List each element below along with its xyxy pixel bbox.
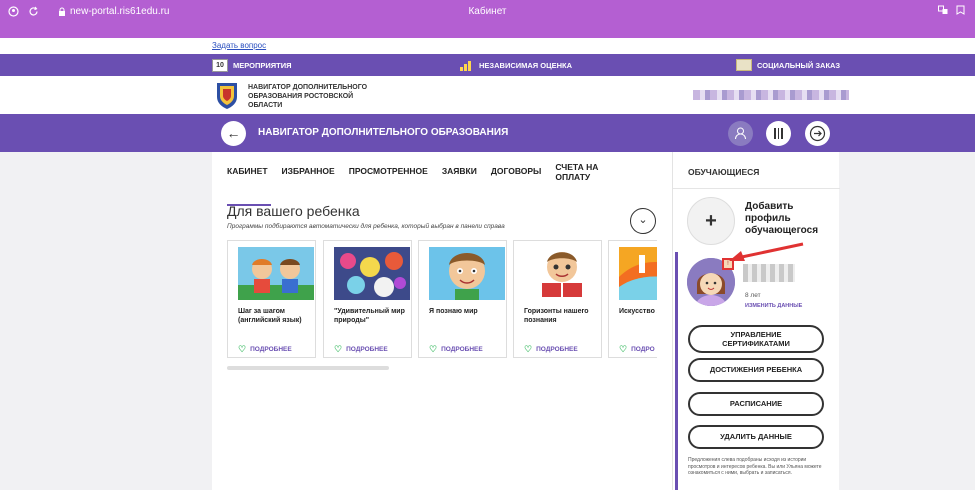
- section-title: Для вашего ребенка: [227, 203, 360, 219]
- bookmark-icon[interactable]: [956, 5, 965, 17]
- schedule-button[interactable]: РАСПИСАНИЕ: [688, 392, 824, 416]
- page-banner: ← НАВИГАТОР ДОПОЛНИТЕЛЬНОГО ОБРАЗОВАНИЯ: [0, 114, 975, 152]
- logout-icon[interactable]: [805, 121, 830, 146]
- redacted-contact: [693, 90, 849, 100]
- heart-icon[interactable]: ♡: [238, 344, 246, 355]
- nav-assessment[interactable]: НЕЗАВИСИМАЯ ОЦЕНКА: [460, 59, 572, 71]
- nav-social-label: СОЦИАЛЬНЫЙ ЗАКАЗ: [757, 60, 841, 70]
- user-icon[interactable]: [728, 121, 753, 146]
- achievements-button[interactable]: ДОСТИЖЕНИЯ РЕБЕНКА: [688, 358, 824, 382]
- heart-icon[interactable]: ♡: [429, 344, 437, 355]
- address-url: new-portal.ris61edu.ru: [70, 5, 170, 17]
- lock-icon: [59, 7, 65, 16]
- site-header: НАВИГАТОР ДОПОЛНИТЕЛЬНОГО ОБРАЗОВАНИЯ РО…: [0, 76, 975, 114]
- program-card[interactable]: "Удивительный мир природы" ♡ ПОДРОБНЕЕ: [323, 240, 412, 358]
- calendar-icon: 10: [212, 59, 228, 72]
- tab-invoices[interactable]: СЧЕТА НА ОПЛАТУ: [555, 162, 615, 192]
- top-navigation: 10 МЕРОПРИЯТИЯ НЕЗАВИСИМАЯ ОЦЕНКА СОЦИАЛ…: [0, 54, 975, 76]
- section-subtitle: Программы подбираются автоматически для …: [227, 223, 505, 230]
- reload-icon[interactable]: [26, 4, 40, 18]
- card-title: Я познаю мир: [429, 308, 478, 315]
- heart-icon[interactable]: ♡: [334, 344, 342, 355]
- tab-contracts[interactable]: ДОГОВОРЫ: [491, 162, 542, 192]
- ask-bar: Задать вопрос: [0, 38, 975, 54]
- heart-icon[interactable]: ♡: [619, 344, 627, 355]
- program-card[interactable]: Шаг за шагом (английский язык) ♡ ПОДРОБНЕ…: [227, 240, 316, 358]
- tab-cabinet[interactable]: КАБИНЕТ: [227, 162, 271, 206]
- certificates-button[interactable]: УПРАВЛЕНИЕ СЕРТИФИКАТАМИ: [688, 325, 824, 353]
- profile-icon[interactable]: [6, 4, 20, 18]
- bar-chart-icon: [460, 59, 474, 71]
- tab-favorites[interactable]: ИЗБРАННОЕ: [282, 162, 335, 192]
- card-image-dance: [619, 247, 657, 300]
- cabinet-main: КАБИНЕТ ИЗБРАННОЕ ПРОСМОТРЕННОЕ ЗАЯВКИ Д…: [212, 152, 672, 490]
- program-card[interactable]: Искусство хореограф ♡ПОДРО: [608, 240, 657, 358]
- heart-icon[interactable]: ♡: [524, 344, 532, 355]
- divider: [673, 188, 840, 189]
- cabinet-tabs: КАБИНЕТ ИЗБРАННОЕ ПРОСМОТРЕННОЕ ЗАЯВКИ Д…: [227, 162, 629, 206]
- nav-events-label: МЕРОПРИЯТИЯ: [233, 61, 292, 70]
- child-age: 8 лет: [745, 292, 761, 299]
- card-title: Искусство хореограф: [619, 308, 657, 315]
- card-title: Горизонты нашего познания: [524, 308, 589, 324]
- card-image-nature: [334, 247, 410, 300]
- nav-social[interactable]: СОЦИАЛЬНЫЙ ЗАКАЗ: [736, 59, 840, 71]
- program-cards: Шаг за шагом (английский язык) ♡ ПОДРОБНЕ…: [227, 240, 657, 360]
- learners-panel: ОБУЧАЮЩИЕСЯ + Добавить профиль обучающег…: [672, 152, 840, 490]
- annotation-arrow-icon: [729, 242, 804, 261]
- ask-question-link[interactable]: Задать вопрос: [212, 41, 266, 50]
- collapse-button[interactable]: ⌄: [630, 208, 656, 234]
- nav-events[interactable]: 10 МЕРОПРИЯТИЯ: [212, 59, 292, 72]
- card-image-english: [238, 247, 314, 300]
- recommendation-note: Предложения слева подобраны исходя из ис…: [688, 457, 822, 476]
- certificate-icon: [736, 59, 752, 71]
- translate-icon[interactable]: [938, 5, 948, 17]
- cards-scrollbar[interactable]: [227, 366, 389, 370]
- card-more-link[interactable]: ♡ ПОДРОБНЕЕ: [429, 344, 483, 355]
- child-name-redacted: [743, 264, 795, 282]
- back-button[interactable]: ←: [221, 121, 246, 146]
- program-card[interactable]: Я познаю мир ♡ ПОДРОБНЕЕ: [418, 240, 507, 358]
- edit-data-link[interactable]: ИЗМЕНИТЬ ДАННЫЕ: [745, 303, 802, 309]
- program-card[interactable]: Горизонты нашего познания ♡ ПОДРОБНЕЕ: [513, 240, 602, 358]
- card-image-horizons: [524, 247, 600, 300]
- delete-data-button[interactable]: УДАЛИТЬ ДАННЫЕ: [688, 425, 824, 449]
- selected-indicator: [675, 252, 678, 490]
- card-image-world: [429, 247, 505, 300]
- add-profile-button[interactable]: +: [687, 197, 735, 245]
- add-profile-label[interactable]: Добавить профиль обучающегося: [745, 201, 837, 237]
- card-more-link[interactable]: ♡ ПОДРОБНЕЕ: [524, 344, 578, 355]
- tab-applications[interactable]: ЗАЯВКИ: [442, 162, 477, 192]
- banner-title: НАВИГАТОР ДОПОЛНИТЕЛЬНОГО ОБРАЗОВАНИЯ: [258, 127, 509, 138]
- card-more-link[interactable]: ♡ ПОДРОБНЕЕ: [238, 344, 292, 355]
- card-more-link[interactable]: ♡ ПОДРОБНЕЕ: [334, 344, 388, 355]
- tab-viewed[interactable]: ПРОСМОТРЕННОЕ: [349, 162, 428, 192]
- card-title: Шаг за шагом (английский язык): [238, 308, 302, 324]
- card-title: "Удивительный мир природы": [334, 308, 405, 324]
- site-title: НАВИГАТОР ДОПОЛНИТЕЛЬНОГО ОБРАЗОВАНИЯ РО…: [248, 84, 368, 109]
- filter-icon[interactable]: [766, 121, 791, 146]
- browser-strip: [0, 22, 975, 38]
- address-bar[interactable]: new-portal.ris61edu.ru: [58, 6, 170, 17]
- coat-of-arms-logo[interactable]: [214, 81, 240, 110]
- learners-title: ОБУЧАЮЩИЕСЯ: [688, 167, 760, 177]
- card-more-link[interactable]: ♡ ПОДРО: [619, 344, 655, 355]
- browser-bar: new-portal.ris61edu.ru Кабинет: [0, 0, 975, 22]
- nav-assessment-label: НЕЗАВИСИМАЯ ОЦЕНКА: [479, 60, 573, 70]
